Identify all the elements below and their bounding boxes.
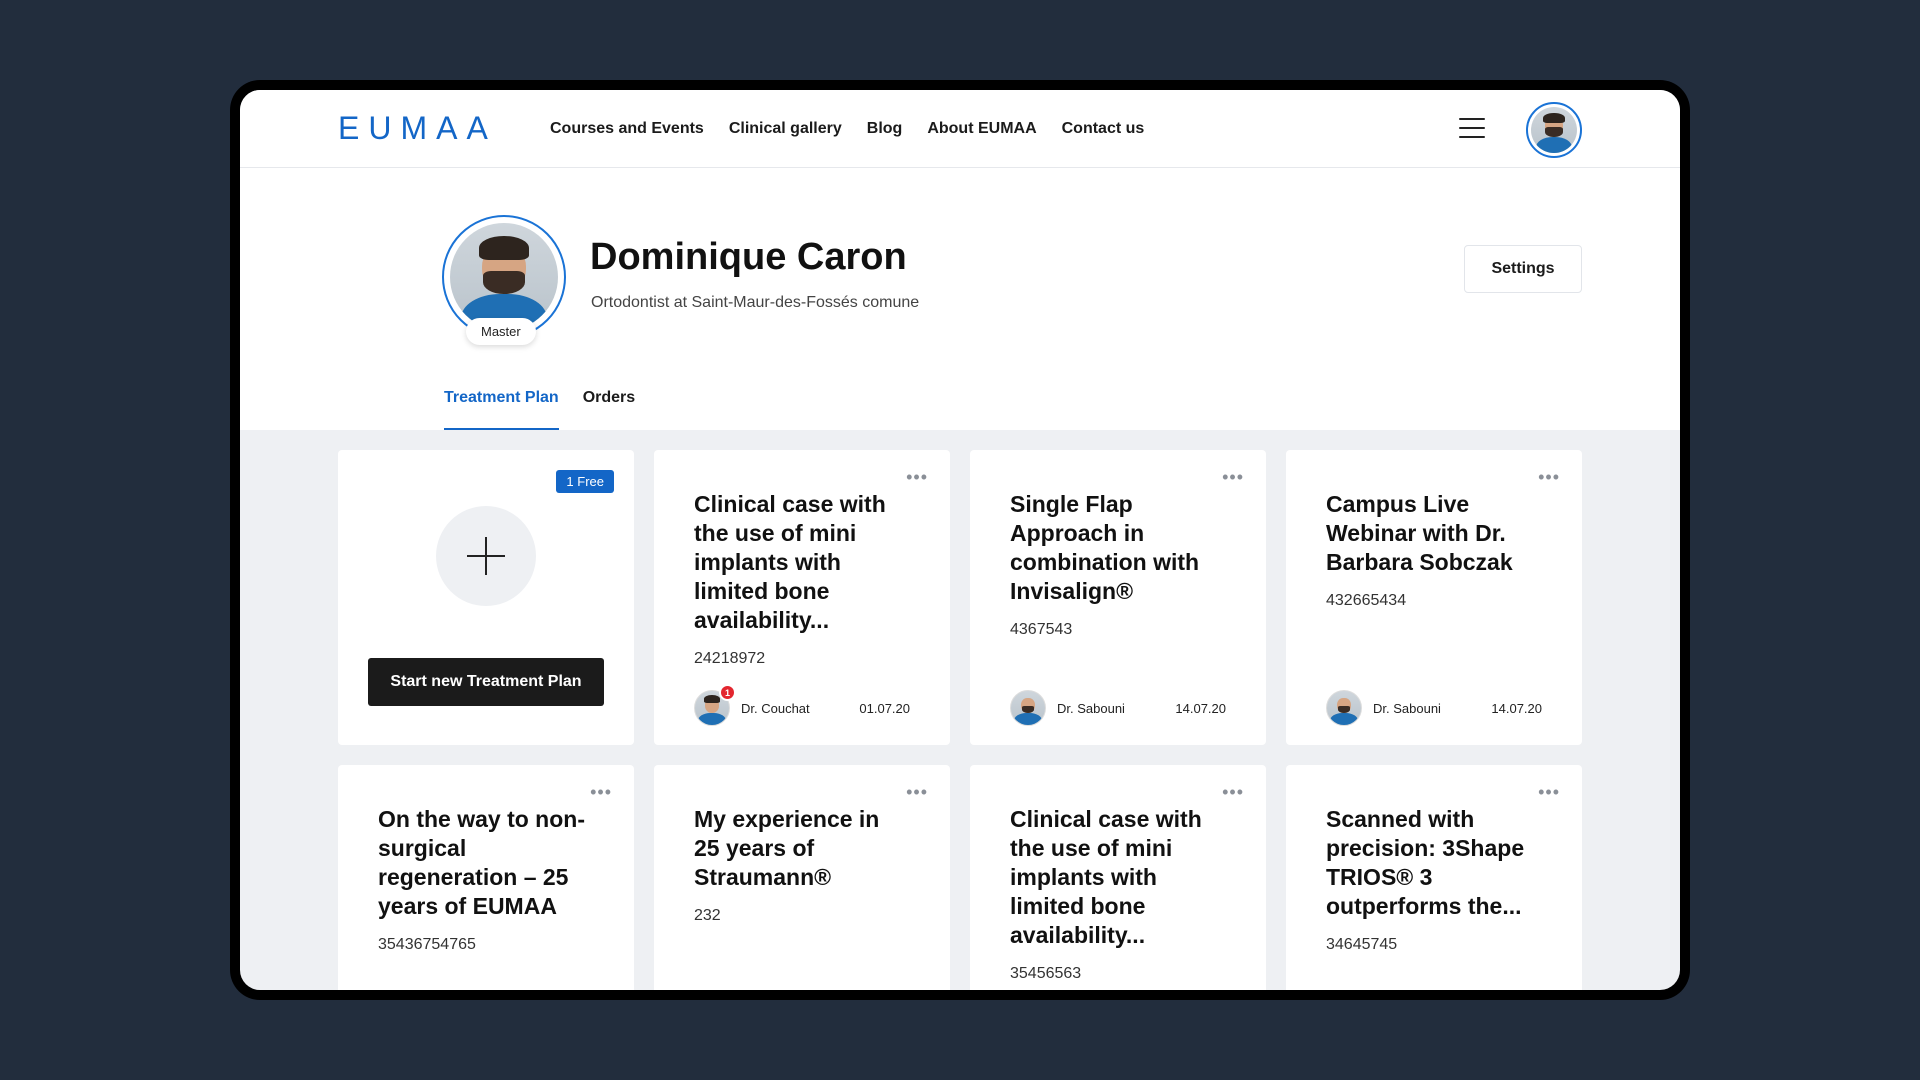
card-title: My experience in 25 years of Straumann®	[694, 806, 880, 890]
notification-badge: 1	[719, 684, 736, 701]
card-footer: Dr. Sabouni 14.07.20	[1010, 690, 1226, 726]
card-footer: Dr. Sabouni 14.07.20	[1326, 690, 1542, 726]
author-name: Dr. Couchat	[741, 700, 810, 716]
more-horizontal-icon[interactable]: •••	[906, 783, 928, 801]
tab-orders[interactable]: Orders	[583, 389, 635, 430]
profile-header: Master Dominique Caron Ortodontist at Sa…	[240, 168, 1680, 430]
card-id: 232	[694, 907, 721, 924]
card-title: Scanned with precision: 3Shape TRIOS® 3 …	[1326, 806, 1525, 919]
tab-treatment-plan[interactable]: Treatment Plan	[444, 389, 559, 430]
card-title: Clinical case with the use of mini impla…	[694, 491, 886, 633]
card-date: 14.07.20	[1175, 700, 1226, 716]
new-treatment-plan-card: 1 Free Start new Treatment Plan	[338, 450, 634, 745]
more-horizontal-icon[interactable]: •••	[906, 468, 928, 486]
nav-courses-events[interactable]: Courses and Events	[550, 120, 704, 138]
more-horizontal-icon[interactable]: •••	[590, 783, 612, 801]
card-id: 35456563	[1010, 965, 1082, 982]
treatment-plan-grid: 1 Free Start new Treatment Plan ••• Clin…	[338, 450, 1582, 990]
author-avatar: 1	[694, 684, 736, 726]
settings-button[interactable]: Settings	[1464, 245, 1582, 293]
nav-about[interactable]: About EUMAA	[927, 120, 1036, 138]
master-badge: Master	[466, 318, 536, 345]
author-name: Dr. Sabouni	[1373, 700, 1441, 716]
card-id: 34645745	[1326, 936, 1398, 953]
card-footer: 1 Dr. Couchat 01.07.20	[694, 684, 910, 726]
profile-name: Dominique Caron	[590, 236, 907, 278]
card-id: 24218972	[694, 650, 766, 667]
nav-blog[interactable]: Blog	[867, 120, 903, 138]
main-nav: Courses and Events Clinical gallery Blog…	[550, 120, 1144, 138]
treatment-card[interactable]: ••• On the way to non-surgical regenerat…	[338, 765, 634, 990]
card-title: Clinical case with the use of mini impla…	[1010, 806, 1202, 948]
author-name: Dr. Sabouni	[1057, 700, 1125, 716]
app-screen: EUMAA Courses and Events Clinical galler…	[240, 90, 1680, 990]
device-frame: EUMAA Courses and Events Clinical galler…	[230, 80, 1690, 1000]
treatment-card[interactable]: ••• Clinical case with the use of mini i…	[970, 765, 1266, 990]
profile-role: Ortodontist at Saint-Maur-des-Fossés com…	[591, 294, 920, 311]
treatment-card[interactable]: ••• My experience in 25 years of Strauma…	[654, 765, 950, 990]
card-id: 4367543	[1010, 621, 1073, 638]
more-horizontal-icon[interactable]: •••	[1538, 783, 1560, 801]
card-id: 35436754765	[378, 936, 476, 953]
treatment-card[interactable]: ••• Clinical case with the use of mini i…	[654, 450, 950, 745]
more-horizontal-icon[interactable]: •••	[1538, 468, 1560, 486]
hamburger-icon[interactable]	[1459, 118, 1485, 138]
nav-clinical-gallery[interactable]: Clinical gallery	[729, 120, 842, 138]
card-title: Single Flap Approach in combination with…	[1010, 491, 1200, 604]
more-horizontal-icon[interactable]: •••	[1222, 783, 1244, 801]
author-avatar	[1010, 690, 1046, 726]
card-title: Campus Live Webinar with Dr. Barbara Sob…	[1326, 491, 1513, 575]
top-navigation: EUMAA Courses and Events Clinical galler…	[240, 90, 1680, 168]
profile-tabs: Treatment Plan Orders	[444, 389, 635, 430]
card-date: 01.07.20	[859, 700, 910, 716]
eumaa-logo[interactable]: EUMAA	[338, 110, 550, 147]
treatment-card[interactable]: ••• Scanned with precision: 3Shape TRIOS…	[1286, 765, 1582, 990]
nav-contact[interactable]: Contact us	[1062, 120, 1145, 138]
plus-icon[interactable]	[436, 506, 536, 606]
free-badge: 1 Free	[556, 470, 614, 493]
card-date: 14.07.20	[1491, 700, 1542, 716]
start-treatment-plan-button[interactable]: Start new Treatment Plan	[368, 658, 604, 706]
treatment-card[interactable]: ••• Single Flap Approach in combination …	[970, 450, 1266, 745]
author-avatar	[1326, 690, 1362, 726]
card-title: On the way to non-surgical regeneration …	[378, 806, 585, 919]
treatment-card[interactable]: ••• Campus Live Webinar with Dr. Barbara…	[1286, 450, 1582, 745]
more-horizontal-icon[interactable]: •••	[1222, 468, 1244, 486]
user-avatar[interactable]	[1526, 102, 1582, 158]
card-id: 432665434	[1326, 592, 1407, 609]
